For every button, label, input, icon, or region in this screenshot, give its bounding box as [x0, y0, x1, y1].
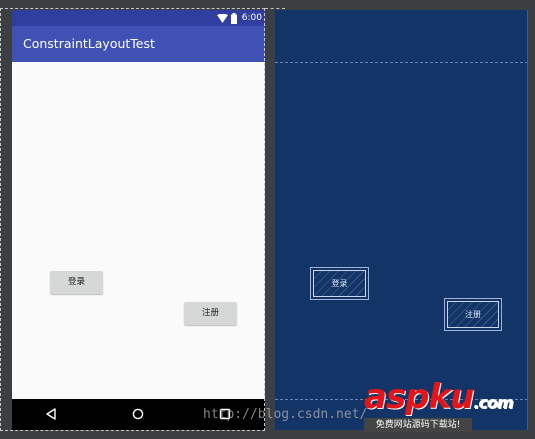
login-button[interactable]: 登录: [50, 271, 103, 294]
back-icon[interactable]: [45, 408, 57, 420]
site-logo-dotcom: .com: [473, 393, 513, 412]
battery-icon: [230, 12, 237, 24]
home-icon[interactable]: [132, 408, 144, 420]
design-view[interactable]: 6:00 ConstraintLayoutTest 登录 注册: [12, 10, 265, 430]
blueprint-appbar-guide: [275, 62, 528, 63]
blueprint-login-button[interactable]: 登录: [310, 267, 369, 300]
selection-outline-extension: [265, 8, 285, 9]
app-title: ConstraintLayoutTest: [23, 36, 155, 51]
site-logo-text: aspku.com: [364, 377, 514, 417]
status-time: 6:00: [241, 13, 262, 23]
blueprint-login-label: 登录: [313, 270, 366, 297]
status-icons: 6:00: [216, 11, 262, 25]
blueprint-register-button[interactable]: 注册: [444, 298, 502, 331]
blueprint-right-edge: [527, 10, 528, 430]
app-bar: ConstraintLayoutTest: [12, 26, 265, 62]
site-logo: aspku.com 免费网站源码下载站!: [364, 377, 529, 433]
site-logo-name: aspku: [364, 377, 474, 417]
content-area: 登录 注册: [12, 62, 265, 399]
wifi-icon: [216, 13, 228, 23]
blueprint-register-label: 注册: [447, 301, 499, 328]
register-button[interactable]: 注册: [184, 302, 237, 325]
status-bar: 6:00: [12, 10, 265, 26]
blueprint-view[interactable]: 登录 注册: [275, 10, 528, 430]
site-logo-tagline: 免费网站源码下载站!: [364, 418, 472, 432]
url-watermark: http://blog.csdn.net/: [203, 407, 368, 422]
